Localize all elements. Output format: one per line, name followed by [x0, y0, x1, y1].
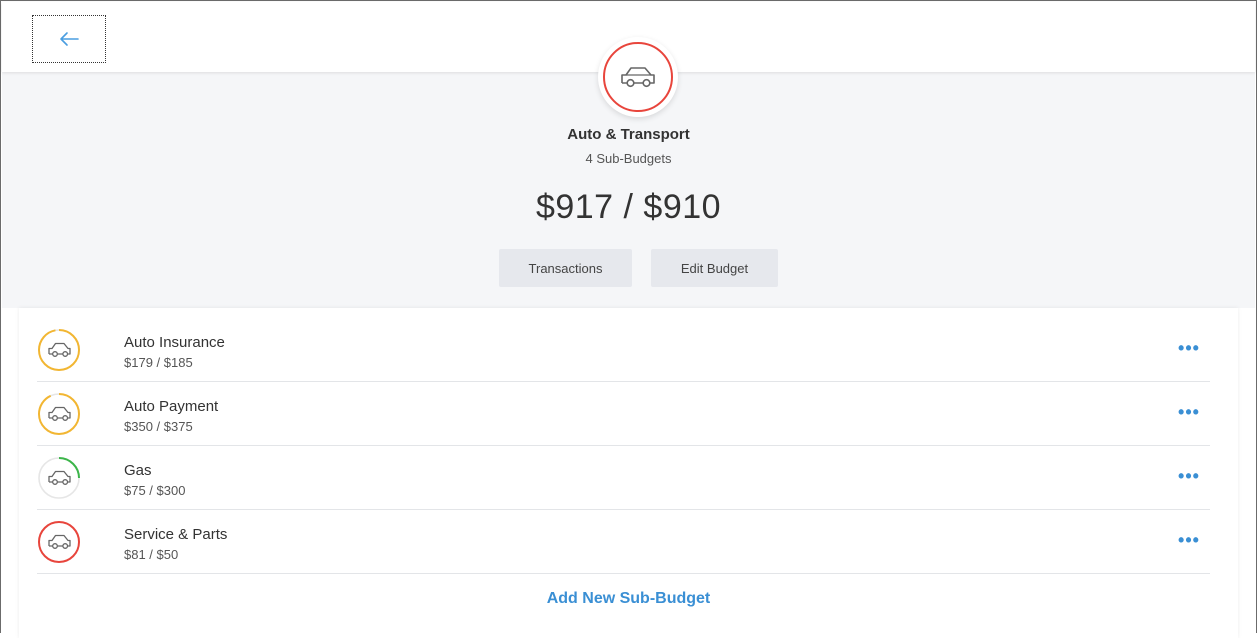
edit-budget-button[interactable]: Edit Budget — [651, 249, 778, 287]
car-icon — [621, 67, 655, 88]
sub-budget-icon — [37, 328, 81, 372]
sub-budget-count: 4 Sub-Budgets — [585, 151, 672, 166]
sub-budget-list: Auto Insurance $179 / $185 ••• Auto Payment… — [19, 308, 1238, 638]
add-sub-budget-link[interactable]: Add New Sub-Budget — [19, 590, 1238, 608]
back-button[interactable] — [32, 15, 106, 63]
sub-budget-icon — [37, 456, 81, 500]
sub-budget-row[interactable]: Gas $75 / $300 ••• — [37, 446, 1210, 510]
sub-budget-icon — [37, 520, 81, 564]
sub-budget-name: Auto Insurance — [124, 334, 225, 351]
category-amount: $917 / $910 — [535, 188, 722, 226]
category-status-ring — [603, 42, 673, 112]
category-title: Auto & Transport — [567, 126, 690, 143]
app-window: Auto & Transport 4 Sub-Budgets $917 / $9… — [0, 0, 1257, 638]
more-options-icon[interactable]: ••• — [1174, 336, 1204, 360]
sub-budget-row[interactable]: Auto Insurance $179 / $185 ••• — [37, 318, 1210, 382]
category-icon-badge — [598, 37, 678, 117]
transactions-button[interactable]: Transactions — [499, 249, 632, 287]
sub-budget-amount: $81 / $50 — [124, 547, 179, 562]
sub-budget-name: Auto Payment — [124, 398, 219, 415]
sub-budget-name: Service & Parts — [124, 526, 228, 543]
sub-budget-amount: $179 / $185 — [124, 355, 193, 370]
sub-budget-icon — [37, 392, 81, 436]
more-options-icon[interactable]: ••• — [1174, 464, 1204, 488]
sub-budget-amount: $350 / $375 — [124, 419, 193, 434]
sub-budget-row[interactable]: Service & Parts $81 / $50 ••• — [37, 510, 1210, 574]
sub-budget-row[interactable]: Auto Payment $350 / $375 ••• — [37, 382, 1210, 446]
sub-budget-name: Gas — [124, 462, 152, 479]
more-options-icon[interactable]: ••• — [1174, 400, 1204, 424]
more-options-icon[interactable]: ••• — [1174, 528, 1204, 552]
arrow-left-icon — [60, 32, 79, 46]
sub-budget-amount: $75 / $300 — [124, 483, 186, 498]
